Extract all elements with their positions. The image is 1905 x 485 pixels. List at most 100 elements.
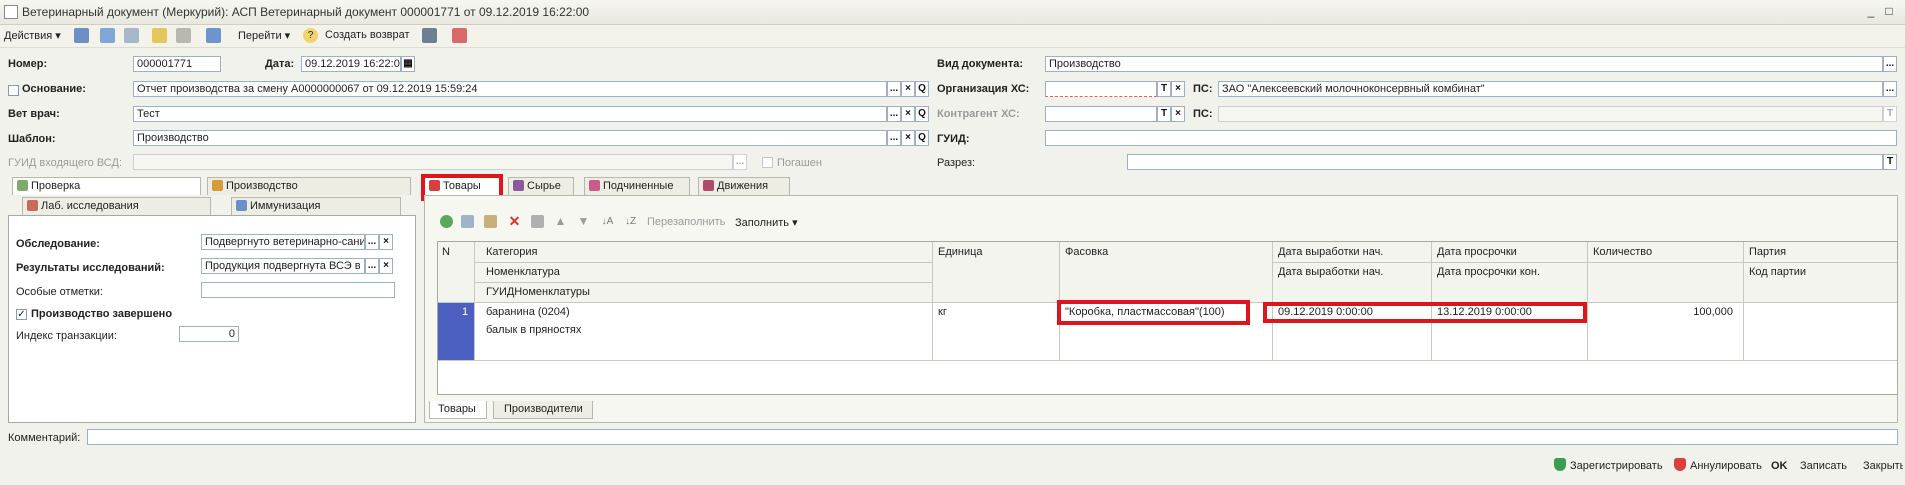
minimize-icon[interactable]: _ xyxy=(1864,4,1878,18)
col-quantity[interactable]: Количество xyxy=(1593,246,1652,258)
template-select-button[interactable]: ... xyxy=(887,130,901,146)
template-field[interactable]: Производство xyxy=(133,130,887,146)
cell-unit[interactable]: кг xyxy=(938,306,947,318)
move-up-icon[interactable]: ▲ xyxy=(554,215,567,228)
cut-type-button[interactable]: T xyxy=(1883,154,1897,170)
tab-moves[interactable]: Движения xyxy=(698,177,790,195)
bottom-tab-producers[interactable]: Производители xyxy=(493,401,593,419)
results-field[interactable]: Продукция подвергнута ВСЭ в г xyxy=(201,258,365,274)
structure-icon[interactable] xyxy=(206,28,221,43)
org-field[interactable] xyxy=(1045,81,1157,97)
contractor-field[interactable] xyxy=(1045,106,1157,122)
row-selector[interactable] xyxy=(438,303,474,360)
add-row-icon[interactable] xyxy=(440,215,453,228)
tab-lab[interactable]: Лаб. исследования xyxy=(22,197,211,215)
index-field[interactable]: 0 xyxy=(179,326,239,342)
ps2-field xyxy=(1218,106,1883,122)
printer-icon[interactable] xyxy=(422,28,437,43)
vet-open-button[interactable]: Q xyxy=(915,106,929,122)
report-icon[interactable] xyxy=(452,28,467,43)
cut-label: Разрез: xyxy=(937,157,976,169)
go-menu[interactable]: Перейти ▾ xyxy=(238,29,290,42)
tab-check[interactable]: Проверка xyxy=(12,177,201,195)
cell-quantity[interactable]: 100,000 xyxy=(1593,306,1733,318)
basis-checkbox[interactable] xyxy=(8,85,19,96)
bottom-tab-goods[interactable]: Товары xyxy=(429,401,487,419)
save-icon[interactable] xyxy=(100,28,115,43)
doctype-select-button[interactable]: ... xyxy=(1883,56,1897,72)
org-type-button[interactable]: T xyxy=(1157,81,1171,97)
move-down-icon[interactable]: ▼ xyxy=(577,215,590,228)
col-prod-start[interactable]: Дата выработки нач. xyxy=(1278,246,1383,258)
col-batch-code[interactable]: Код партии xyxy=(1749,266,1806,278)
maximize-icon[interactable]: □ xyxy=(1882,4,1896,18)
col-nomenclature[interactable]: Номенклатура xyxy=(486,266,560,278)
register-button[interactable]: Зарегистрировать xyxy=(1570,460,1663,472)
ps-select-button[interactable]: ... xyxy=(1883,81,1897,97)
tab-raw[interactable]: Сырье xyxy=(508,177,574,195)
col-expiry[interactable]: Дата просрочки xyxy=(1437,246,1517,258)
annul-button[interactable]: Аннулировать xyxy=(1690,460,1762,472)
date-field[interactable]: 09.12.2019 16:22:0 xyxy=(301,56,401,72)
basis-open-button[interactable]: Q xyxy=(915,81,929,97)
end-edit-icon[interactable] xyxy=(531,215,544,228)
help-icon[interactable]: ? xyxy=(303,28,318,43)
special-field[interactable] xyxy=(201,282,395,298)
cell-nomenclature[interactable]: балык в пряностях xyxy=(486,324,581,336)
sort-desc-icon[interactable]: ↓Z xyxy=(624,215,637,228)
basis-field[interactable]: Отчет производства за смену А0000000067 … xyxy=(133,81,887,97)
col-guid-nomenclature[interactable]: ГУИДНоменклатуры xyxy=(486,286,590,298)
done-checkbox[interactable]: ✓ xyxy=(16,309,27,320)
results-select-button[interactable]: ... xyxy=(365,258,379,274)
col-n[interactable]: N xyxy=(442,246,450,258)
delete-row-icon[interactable]: ✕ xyxy=(508,214,521,228)
ok-button[interactable]: OK xyxy=(1771,460,1788,472)
save-close-icon[interactable] xyxy=(74,28,89,43)
contractor-type-button[interactable]: T xyxy=(1157,106,1171,122)
col-unit[interactable]: Единица xyxy=(938,246,983,258)
calendar-icon[interactable]: ▦ xyxy=(401,56,415,72)
date-label: Дата: xyxy=(265,58,295,70)
cut-field[interactable] xyxy=(1127,154,1883,170)
cow-icon xyxy=(513,180,524,191)
col-prod-start-2[interactable]: Дата выработки нач. xyxy=(1278,266,1383,278)
survey-clear-button[interactable]: × xyxy=(379,234,393,250)
org-clear-button[interactable]: × xyxy=(1171,81,1185,97)
create-return-button[interactable]: Создать возврат xyxy=(325,29,410,41)
vet-field[interactable]: Тест xyxy=(133,106,887,122)
basis-clear-button[interactable]: × xyxy=(901,81,915,97)
vet-select-button[interactable]: ... xyxy=(887,106,901,122)
tab-subordinate[interactable]: Подчиненные xyxy=(584,177,690,195)
col-batch[interactable]: Партия xyxy=(1749,246,1786,258)
guid-field[interactable] xyxy=(1045,130,1897,146)
actions-menu[interactable]: Действия ▾ xyxy=(4,29,61,42)
col-packing[interactable]: Фасовка xyxy=(1065,246,1108,258)
ps-field[interactable]: ЗАО "Алексеевский молочноконсервный комб… xyxy=(1218,81,1883,97)
fill-menu[interactable]: Заполнить ▾ xyxy=(735,216,798,229)
basis-select-button[interactable]: ... xyxy=(887,81,901,97)
sort-asc-icon[interactable]: ↓A xyxy=(601,215,614,228)
cell-category[interactable]: баранина (0204) xyxy=(486,306,570,318)
results-clear-button[interactable]: × xyxy=(379,258,393,274)
tab-production-left[interactable]: Производство xyxy=(207,177,411,195)
col-category[interactable]: Категория xyxy=(486,246,537,258)
survey-select-button[interactable]: ... xyxy=(365,234,379,250)
refill-button[interactable]: Перезаполнить xyxy=(647,216,725,228)
close-button[interactable]: Закрыть xyxy=(1863,460,1903,472)
refresh-icon[interactable] xyxy=(124,28,139,43)
vet-clear-button[interactable]: × xyxy=(901,106,915,122)
doctype-field[interactable]: Производство xyxy=(1045,56,1883,72)
col-expiry-end[interactable]: Дата просрочки кон. xyxy=(1437,266,1540,278)
contractor-clear-button[interactable]: × xyxy=(1171,106,1185,122)
copy-icon[interactable] xyxy=(152,28,167,43)
number-field[interactable]: 000001771 xyxy=(133,56,221,72)
survey-field[interactable]: Подвергнуто ветеринарно-сани xyxy=(201,234,365,250)
copy-row-icon[interactable] xyxy=(461,215,474,228)
tab-immun[interactable]: Иммунизация xyxy=(231,197,401,215)
print-preview-icon[interactable] xyxy=(176,28,191,43)
comment-field[interactable] xyxy=(87,429,1898,445)
save-button[interactable]: Записать xyxy=(1800,460,1847,472)
template-open-button[interactable]: Q xyxy=(915,130,929,146)
edit-row-icon[interactable] xyxy=(484,215,497,228)
template-clear-button[interactable]: × xyxy=(901,130,915,146)
